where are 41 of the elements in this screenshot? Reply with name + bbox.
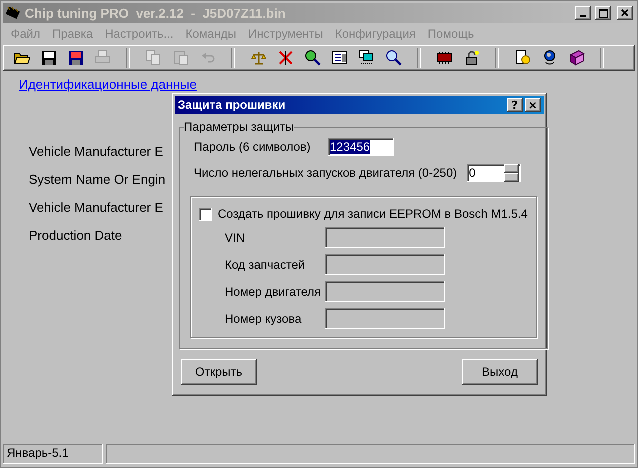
close-button[interactable] [617, 6, 633, 20]
close-icon [621, 9, 629, 17]
status-pane: Январь-5.1 [3, 444, 103, 464]
document-icon [332, 50, 348, 66]
field-label: Код запчастей [225, 258, 306, 272]
field-label: Номер двигателя [225, 284, 322, 298]
paste-icon [172, 50, 188, 66]
field-label: Номер кузова [225, 312, 303, 326]
password-label: Пароль (6 символов) [194, 140, 312, 154]
cross-icon [278, 50, 294, 66]
group-title: Параметры защиты [184, 120, 294, 134]
minimize-button[interactable] [575, 6, 591, 20]
maximize-button[interactable] [595, 6, 611, 20]
field-label: VIN [225, 230, 246, 244]
chip-icon [436, 50, 452, 66]
dialog-title: Защита прошивки [178, 98, 287, 112]
launches-spinner[interactable]: 0 [467, 164, 522, 182]
field-label: Production Date [29, 228, 122, 243]
field-label: Vehicle Manufacturer E [29, 144, 164, 159]
magnifier-icon [304, 50, 320, 66]
help-button[interactable]: ? [507, 98, 523, 112]
identification-link[interactable]: Идентификационные данные [19, 77, 197, 92]
undo-icon [200, 50, 216, 66]
scales-icon [250, 50, 266, 66]
maximize-icon [598, 8, 608, 18]
dialog-button[interactable]: Выход [462, 359, 538, 385]
eeprom-checkbox[interactable] [199, 208, 212, 220]
eeprom-label: Создать прошивку для записи EEPROM в Bosch M1.5.4 [218, 207, 528, 221]
printer-icon [94, 50, 110, 66]
close-button[interactable]: × [525, 98, 541, 112]
dialog-button[interactable]: Открыть [181, 359, 257, 385]
field-label: Vehicle Manufacturer E [29, 200, 164, 215]
field-label: System Name Or Engin [29, 172, 166, 187]
chip-icon [5, 6, 21, 20]
launches-label: Число нелегальных запусков двигателя (0-250) [194, 166, 458, 180]
copy-icon [146, 50, 162, 66]
magnifier-icon [386, 50, 402, 66]
password-field[interactable]: 123456 [328, 138, 394, 156]
window-title: Chip tuning PRO ver.2.12 - J5D07Z11.bin [25, 6, 287, 20]
padlock-icon [464, 50, 480, 66]
globe-icon [542, 50, 558, 66]
